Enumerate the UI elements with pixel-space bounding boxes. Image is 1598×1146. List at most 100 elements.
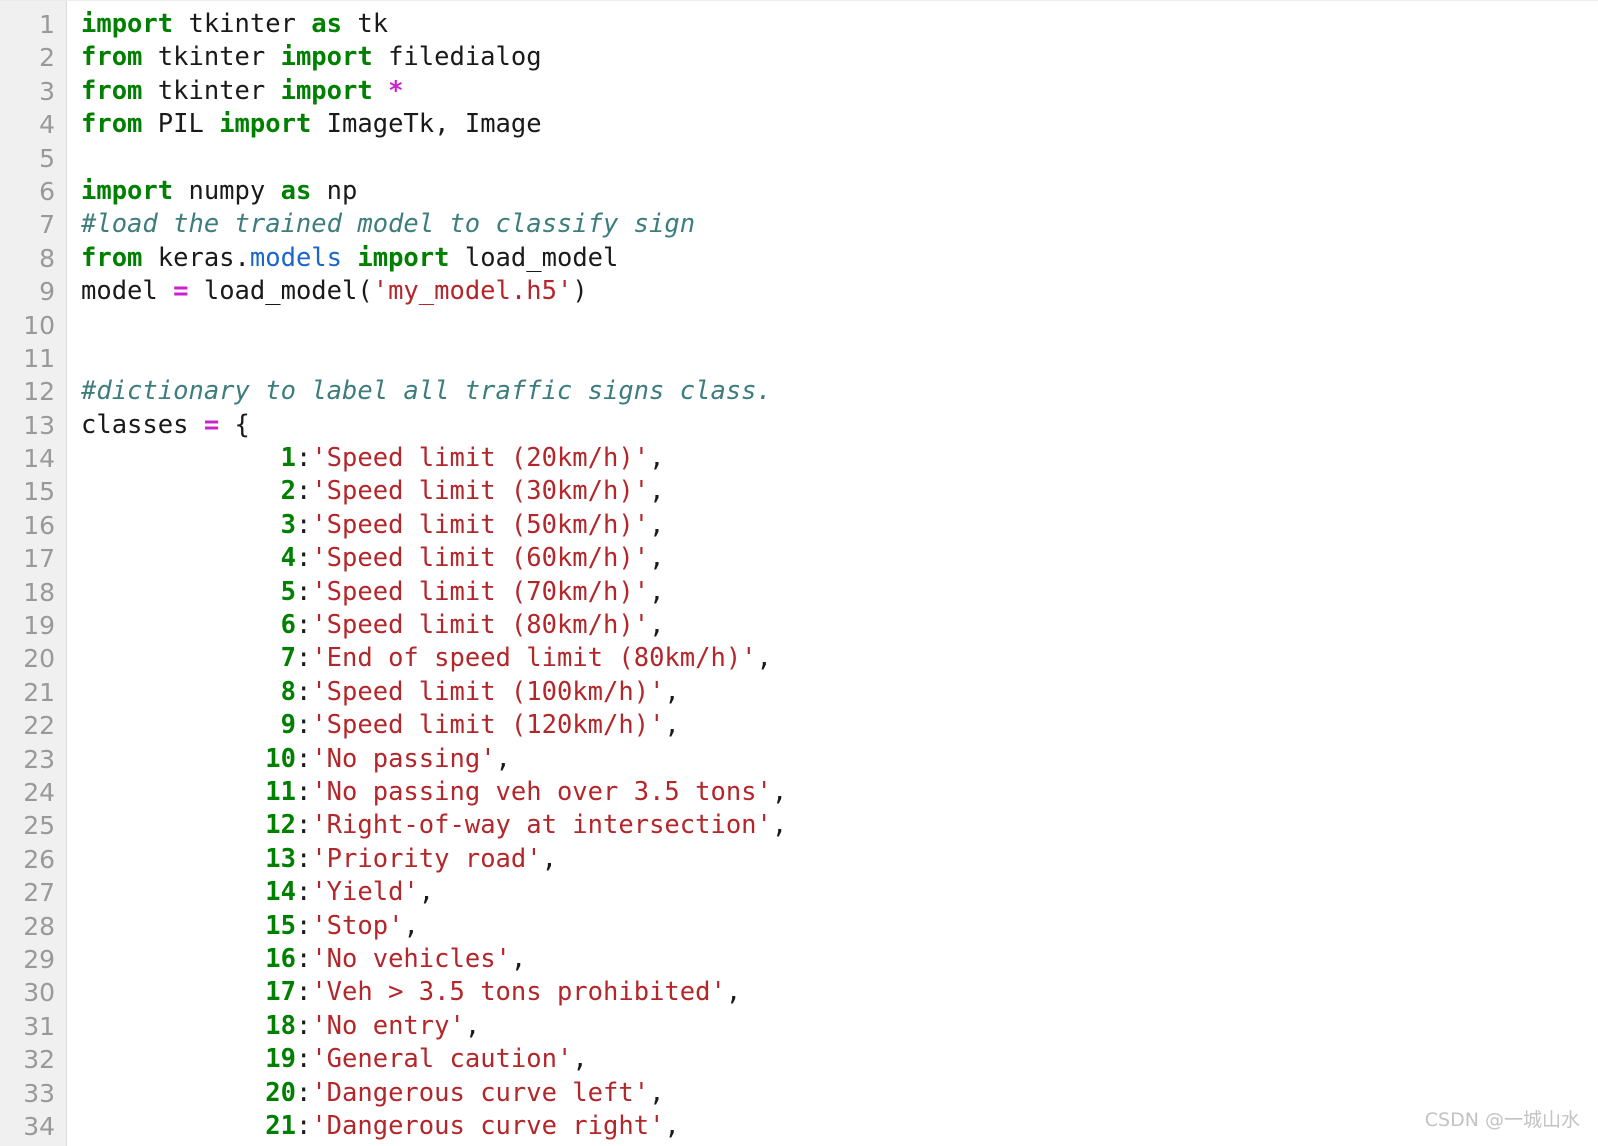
code-line[interactable]: from tkinter import *: [81, 75, 1598, 108]
code-token-mod: models: [249, 242, 343, 273]
code-line[interactable]: 21:'Dangerous curve right',: [81, 1110, 1598, 1143]
code-line-list: import tkinter as tk from tkinter import …: [81, 8, 1598, 1143]
code-token-pln: classes: [81, 409, 204, 440]
code-line[interactable]: from PIL import ImageTk, Image: [81, 108, 1598, 141]
code-line[interactable]: classes = {: [81, 409, 1598, 442]
code-token-num: 4: [265, 543, 296, 574]
code-line[interactable]: 2:'Speed limit (30km/h)',: [81, 475, 1598, 508]
line-number: 7: [39, 210, 55, 240]
code-line[interactable]: 3:'Speed limit (50km/h)',: [81, 509, 1598, 542]
code-line[interactable]: 10:'No passing',: [81, 743, 1598, 776]
line-number: 27: [23, 878, 55, 908]
code-token-pln: tkinter: [142, 75, 281, 106]
code-token-num: 5: [265, 576, 296, 607]
code-token-pln: [373, 76, 388, 106]
code-token-pln: :: [295, 509, 312, 540]
code-token-pln: [81, 911, 265, 941]
code-token-pln: :: [295, 843, 312, 874]
code-token-num: 14: [265, 877, 296, 908]
code-token-num: 13: [265, 843, 296, 874]
code-token-pln: ,: [649, 610, 665, 641]
code-line[interactable]: 1:'Speed limit (20km/h)',: [81, 442, 1598, 475]
code-token-kw: as: [311, 9, 343, 39]
code-line[interactable]: 5:'Speed limit (70km/h)',: [81, 576, 1598, 609]
code-token-pln: np: [311, 175, 358, 206]
code-token-num: 6: [265, 610, 296, 641]
code-line[interactable]: [81, 342, 1598, 375]
code-line[interactable]: 15:'Stop',: [81, 910, 1598, 943]
code-line[interactable]: 4:'Speed limit (60km/h)',: [81, 542, 1598, 575]
code-line[interactable]: [81, 142, 1598, 175]
code-line[interactable]: #dictionary to label all traffic signs c…: [81, 375, 1598, 408]
code-line[interactable]: import numpy as np: [81, 175, 1598, 208]
code-token-str: 'Speed limit (100km/h)': [311, 676, 665, 707]
code-token-pln: keras.: [142, 242, 250, 273]
code-token-pln: tkinter: [142, 42, 281, 73]
code-content-area[interactable]: import tkinter as tk from tkinter import …: [68, 1, 1598, 1146]
code-token-pln: [81, 643, 265, 673]
code-line[interactable]: 12:'Right-of-way at intersection',: [81, 809, 1598, 842]
code-line[interactable]: 20:'Dangerous curve left',: [81, 1077, 1598, 1110]
code-token-str: 'No passing veh over 3.5 tons': [311, 776, 772, 807]
code-token-pln: {: [219, 409, 250, 440]
code-token-num: 11: [265, 776, 296, 807]
code-line[interactable]: 8:'Speed limit (100km/h)',: [81, 676, 1598, 709]
code-line[interactable]: 16:'No vehicles',: [81, 943, 1598, 976]
code-token-pln: :: [295, 1077, 312, 1108]
code-token-pln: ,: [725, 977, 742, 1008]
code-token-pln: ,: [649, 576, 665, 607]
code-token-op: *: [388, 75, 404, 106]
code-token-pln: [81, 1111, 265, 1141]
line-number: 24: [23, 777, 55, 807]
code-token-str: 'No entry': [311, 1010, 465, 1041]
code-token-kw: import: [81, 175, 174, 206]
code-token-pln: :: [295, 610, 312, 641]
code-line[interactable]: 19:'General caution',: [81, 1043, 1598, 1076]
code-token-pln: :: [295, 710, 312, 741]
code-line[interactable]: [81, 309, 1598, 342]
code-token-pln: ,: [771, 776, 788, 807]
code-token-pln: [81, 944, 265, 974]
code-token-pln: tkinter: [173, 9, 312, 39]
code-token-kw: import: [81, 9, 174, 39]
code-token-str: 'Speed limit (60km/h)': [311, 543, 650, 574]
line-number: 30: [23, 978, 55, 1008]
line-number: 28: [23, 911, 55, 941]
code-line[interactable]: 18:'No entry',: [81, 1010, 1598, 1043]
code-token-pln: [81, 810, 265, 840]
code-token-pln: [342, 243, 357, 273]
code-line[interactable]: from keras.models import load_model: [81, 242, 1598, 275]
code-token-num: 17: [265, 977, 296, 1008]
code-token-op: =: [203, 409, 220, 440]
code-token-num: 15: [265, 910, 296, 941]
code-token-num: 2: [265, 476, 296, 507]
line-number: 16: [23, 510, 55, 540]
code-line[interactable]: 14:'Yield',: [81, 876, 1598, 909]
code-token-pln: :: [295, 676, 312, 707]
line-number: 17: [23, 544, 55, 574]
line-number: 22: [23, 711, 55, 741]
code-token-pln: :: [295, 476, 312, 507]
code-line[interactable]: 7:'End of speed limit (80km/h)',: [81, 642, 1598, 675]
code-token-pln: :: [295, 543, 312, 574]
code-line[interactable]: #load the trained model to classify sign: [81, 208, 1598, 241]
code-token-str: 'General caution': [311, 1044, 573, 1075]
code-line[interactable]: from tkinter import filedialog: [81, 41, 1598, 74]
code-token-pln: ,: [664, 1110, 680, 1141]
code-line[interactable]: 9:'Speed limit (120km/h)',: [81, 709, 1598, 742]
line-number: 29: [23, 944, 55, 974]
code-line[interactable]: 13:'Priority road',: [81, 843, 1598, 876]
code-line[interactable]: import tkinter as tk: [81, 8, 1598, 41]
line-number-list: 1 2 3 4 5 6 7 8 9 10 11 12 13 14 15 16 17 18 19 20 21 22 23 24 2…: [0, 1, 66, 1143]
code-line[interactable]: 17:'Veh > 3.5 tons prohibited',: [81, 976, 1598, 1009]
line-number: 31: [23, 1011, 55, 1041]
code-line[interactable]: 6:'Speed limit (80km/h)',: [81, 609, 1598, 642]
code-editor[interactable]: 1 2 3 4 5 6 7 8 9 10 11 12 13 14 15 16 17 18 19 20 21 22 23 24 2…: [0, 0, 1598, 1146]
code-token-str: 'Speed limit (50km/h)': [311, 509, 650, 540]
code-line[interactable]: model = load_model('my_model.h5'): [81, 275, 1598, 308]
line-number: 15: [23, 477, 55, 507]
code-token-pln: PIL: [142, 109, 220, 140]
code-token-pln: :: [295, 776, 312, 807]
code-line[interactable]: 11:'No passing veh over 3.5 tons',: [81, 776, 1598, 809]
line-number: 23: [23, 744, 55, 774]
